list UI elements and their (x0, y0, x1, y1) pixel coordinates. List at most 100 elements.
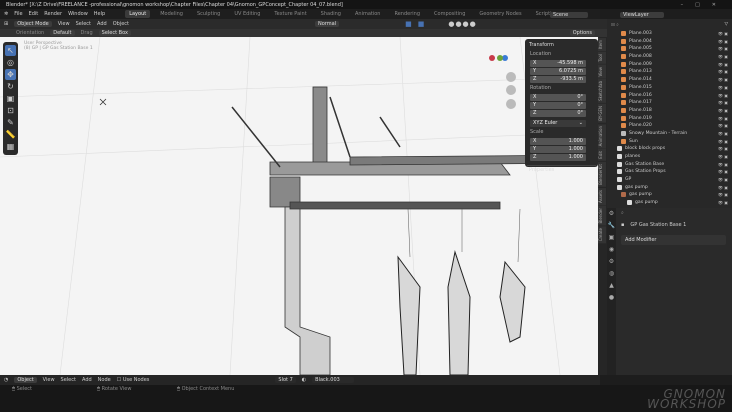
visibility-icon[interactable]: 👁 ▣ (718, 116, 728, 121)
navigation-gizmo[interactable] (489, 55, 516, 109)
outliner-item[interactable]: gas pump 👁 ▣ (607, 199, 732, 207)
outliner-item[interactable]: Gas Station Base 👁 ▣ (607, 160, 732, 168)
outliner-item[interactable]: planes 👁 ▣ (607, 153, 732, 161)
location-x-field[interactable]: X -45.598 m (530, 60, 586, 67)
visibility-icon[interactable]: 👁 ▣ (718, 131, 728, 136)
blender-logo-icon[interactable]: ✲ (4, 11, 8, 17)
menu-render[interactable]: Render (44, 11, 62, 17)
tab-modeling[interactable]: Modeling (156, 10, 187, 18)
options-button[interactable]: Options (569, 30, 595, 36)
measure-tool-icon[interactable]: 📏 (5, 129, 16, 140)
move-tool-icon[interactable]: ✥ (5, 69, 16, 80)
shading-mode-icons[interactable]: ●●●● (448, 20, 476, 28)
tab-edit[interactable]: Edit (598, 149, 606, 162)
tab-tool[interactable]: Tool (598, 52, 606, 64)
tab-animation[interactable]: Animation (351, 10, 385, 18)
visibility-icon[interactable]: 👁 ▣ (718, 185, 728, 190)
outliner-item[interactable]: gas pump 👁 ▣ (607, 191, 732, 199)
outliner-item[interactable]: GP 👁 ▣ (607, 176, 732, 184)
outliner-item[interactable]: Plane.005 👁 ▣ (607, 45, 732, 53)
tab-sculpting[interactable]: Sculpting (193, 10, 224, 18)
material-field[interactable]: Black.003 (312, 377, 355, 383)
menu-file[interactable]: File (14, 11, 22, 17)
transform-orientation-dropdown[interactable]: Normal (315, 21, 340, 27)
visibility-icon[interactable]: 👁 ▣ (718, 146, 728, 151)
gizmo-toggle-icon[interactable]: ■ (405, 20, 412, 28)
select-tool-icon[interactable]: ↖ (5, 45, 16, 56)
outliner-item[interactable]: Plane.016 👁 ▣ (607, 91, 732, 99)
shader-type-dropdown[interactable]: Object (14, 377, 37, 383)
visibility-icon[interactable]: 👁 ▣ (718, 154, 728, 159)
menu-edit[interactable]: Edit (29, 11, 39, 17)
properties-subpanel[interactable]: Properties (527, 165, 596, 174)
visibility-icon[interactable]: 👁 ▣ (718, 123, 728, 128)
outliner-item[interactable]: Sun 👁 ▣ (607, 137, 732, 145)
visibility-icon[interactable]: 👁 ▣ (718, 162, 728, 167)
visibility-icon[interactable]: 👁 ▣ (718, 31, 728, 36)
view-layer-field[interactable]: ViewLayer (620, 11, 664, 18)
outliner-item[interactable]: Plane.019 👁 ▣ (607, 114, 732, 122)
use-nodes-checkbox[interactable]: ☐ Use Nodes (117, 377, 150, 383)
outliner-item[interactable]: Plane.009 👁 ▣ (607, 60, 732, 68)
visibility-icon[interactable]: 👁 ▣ (718, 69, 728, 74)
properties-search-icon[interactable]: ⌕ (621, 210, 624, 216)
tab-blender[interactable]: Blender (598, 205, 606, 226)
tab-view[interactable]: View (598, 64, 606, 79)
rotate-tool-icon[interactable]: ↻ (5, 81, 16, 92)
tab-compositing[interactable]: Compositing (430, 10, 469, 18)
outliner-item[interactable]: Plane.015 👁 ▣ (607, 84, 732, 92)
tab-blenderkit[interactable]: BlenderKit (598, 162, 606, 187)
outliner-search-icon[interactable]: ⊟ ⌕ (611, 22, 724, 28)
rotation-mode-dropdown[interactable]: XYZ Euler ⌄ (530, 120, 586, 127)
scale-y-field[interactable]: Y 1.000 (530, 146, 586, 153)
transform-tool-icon[interactable]: ⊡ (5, 105, 16, 116)
visibility-icon[interactable]: 👁 ▣ (718, 200, 728, 205)
transform-header[interactable]: Transform (527, 41, 596, 49)
outliner-item[interactable]: Plane.003 👁 ▣ (607, 30, 732, 38)
visibility-icon[interactable]: 👁 ▣ (718, 169, 728, 174)
visibility-icon[interactable]: 👁 ▣ (718, 77, 728, 82)
menu-help[interactable]: Help (94, 11, 105, 17)
tab-layout[interactable]: Layout (125, 10, 151, 18)
object-name[interactable]: GP Gas Station Base 1 (630, 222, 686, 228)
orientation-dropdown[interactable]: Default (50, 30, 75, 36)
tab-geometry-nodes[interactable]: Geometry Nodes (475, 10, 525, 18)
tab-uv-editing[interactable]: UV Editing (230, 10, 264, 18)
slot-dropdown[interactable]: Slot 7 (275, 377, 296, 383)
scale-z-field[interactable]: Z 1.000 (530, 154, 586, 161)
mode-dropdown[interactable]: Object Mode (14, 21, 52, 27)
outliner-item[interactable]: Plane.017 👁 ▣ (607, 99, 732, 107)
tab-shading[interactable]: Shading (317, 10, 345, 18)
visibility-icon[interactable]: 👁 ▣ (718, 46, 728, 51)
visibility-icon[interactable]: 👁 ▣ (718, 139, 728, 144)
menu-add[interactable]: Add (82, 377, 92, 383)
visibility-icon[interactable]: 👁 ▣ (718, 108, 728, 113)
visibility-icon[interactable]: 👁 ▣ (718, 39, 728, 44)
add-cube-tool-icon[interactable]: ▦ (5, 141, 16, 152)
outliner-item[interactable]: Plane.020 👁 ▣ (607, 122, 732, 130)
drag-dropdown[interactable]: Select Box (98, 30, 131, 36)
cursor-tool-icon[interactable]: ◎ (5, 57, 16, 68)
editor-type-icon[interactable]: ⊞ (4, 21, 8, 27)
tab-sketchfab[interactable]: Sketchfab (598, 79, 606, 104)
menu-view[interactable]: View (58, 21, 70, 27)
window-controls[interactable]: –□✕ (681, 2, 732, 8)
visibility-icon[interactable]: 👁 ▣ (718, 192, 728, 197)
rotation-x-field[interactable]: X 0° (530, 94, 586, 101)
visibility-icon[interactable]: 👁 ▣ (718, 54, 728, 59)
visibility-icon[interactable]: 👁 ▣ (718, 93, 728, 98)
overlay-toggle-icon[interactable]: ■ (418, 20, 425, 28)
menu-select[interactable]: Select (76, 21, 91, 27)
visibility-icon[interactable]: 👁 ▣ (718, 62, 728, 67)
properties-tabs[interactable]: ⚙ 🔧 ▣ ◉ ⚙ ◍ ▲ ● (607, 208, 616, 375)
outliner-item[interactable]: Plane.008 👁 ▣ (607, 53, 732, 61)
menu-window[interactable]: Window (68, 11, 88, 17)
annotate-tool-icon[interactable]: ✎ (5, 117, 16, 128)
scene-field[interactable]: Scene (550, 11, 588, 18)
tab-animation[interactable]: Animation (598, 123, 606, 149)
outliner-item[interactable]: block block props 👁 ▣ (607, 145, 732, 153)
3d-viewport[interactable]: User Perspective (8) GP | GP Gas Station… (0, 37, 598, 375)
menu-view[interactable]: View (43, 377, 55, 383)
outliner-item[interactable]: Plane.004 👁 ▣ (607, 37, 732, 45)
rotation-z-field[interactable]: Z 0° (530, 110, 586, 117)
